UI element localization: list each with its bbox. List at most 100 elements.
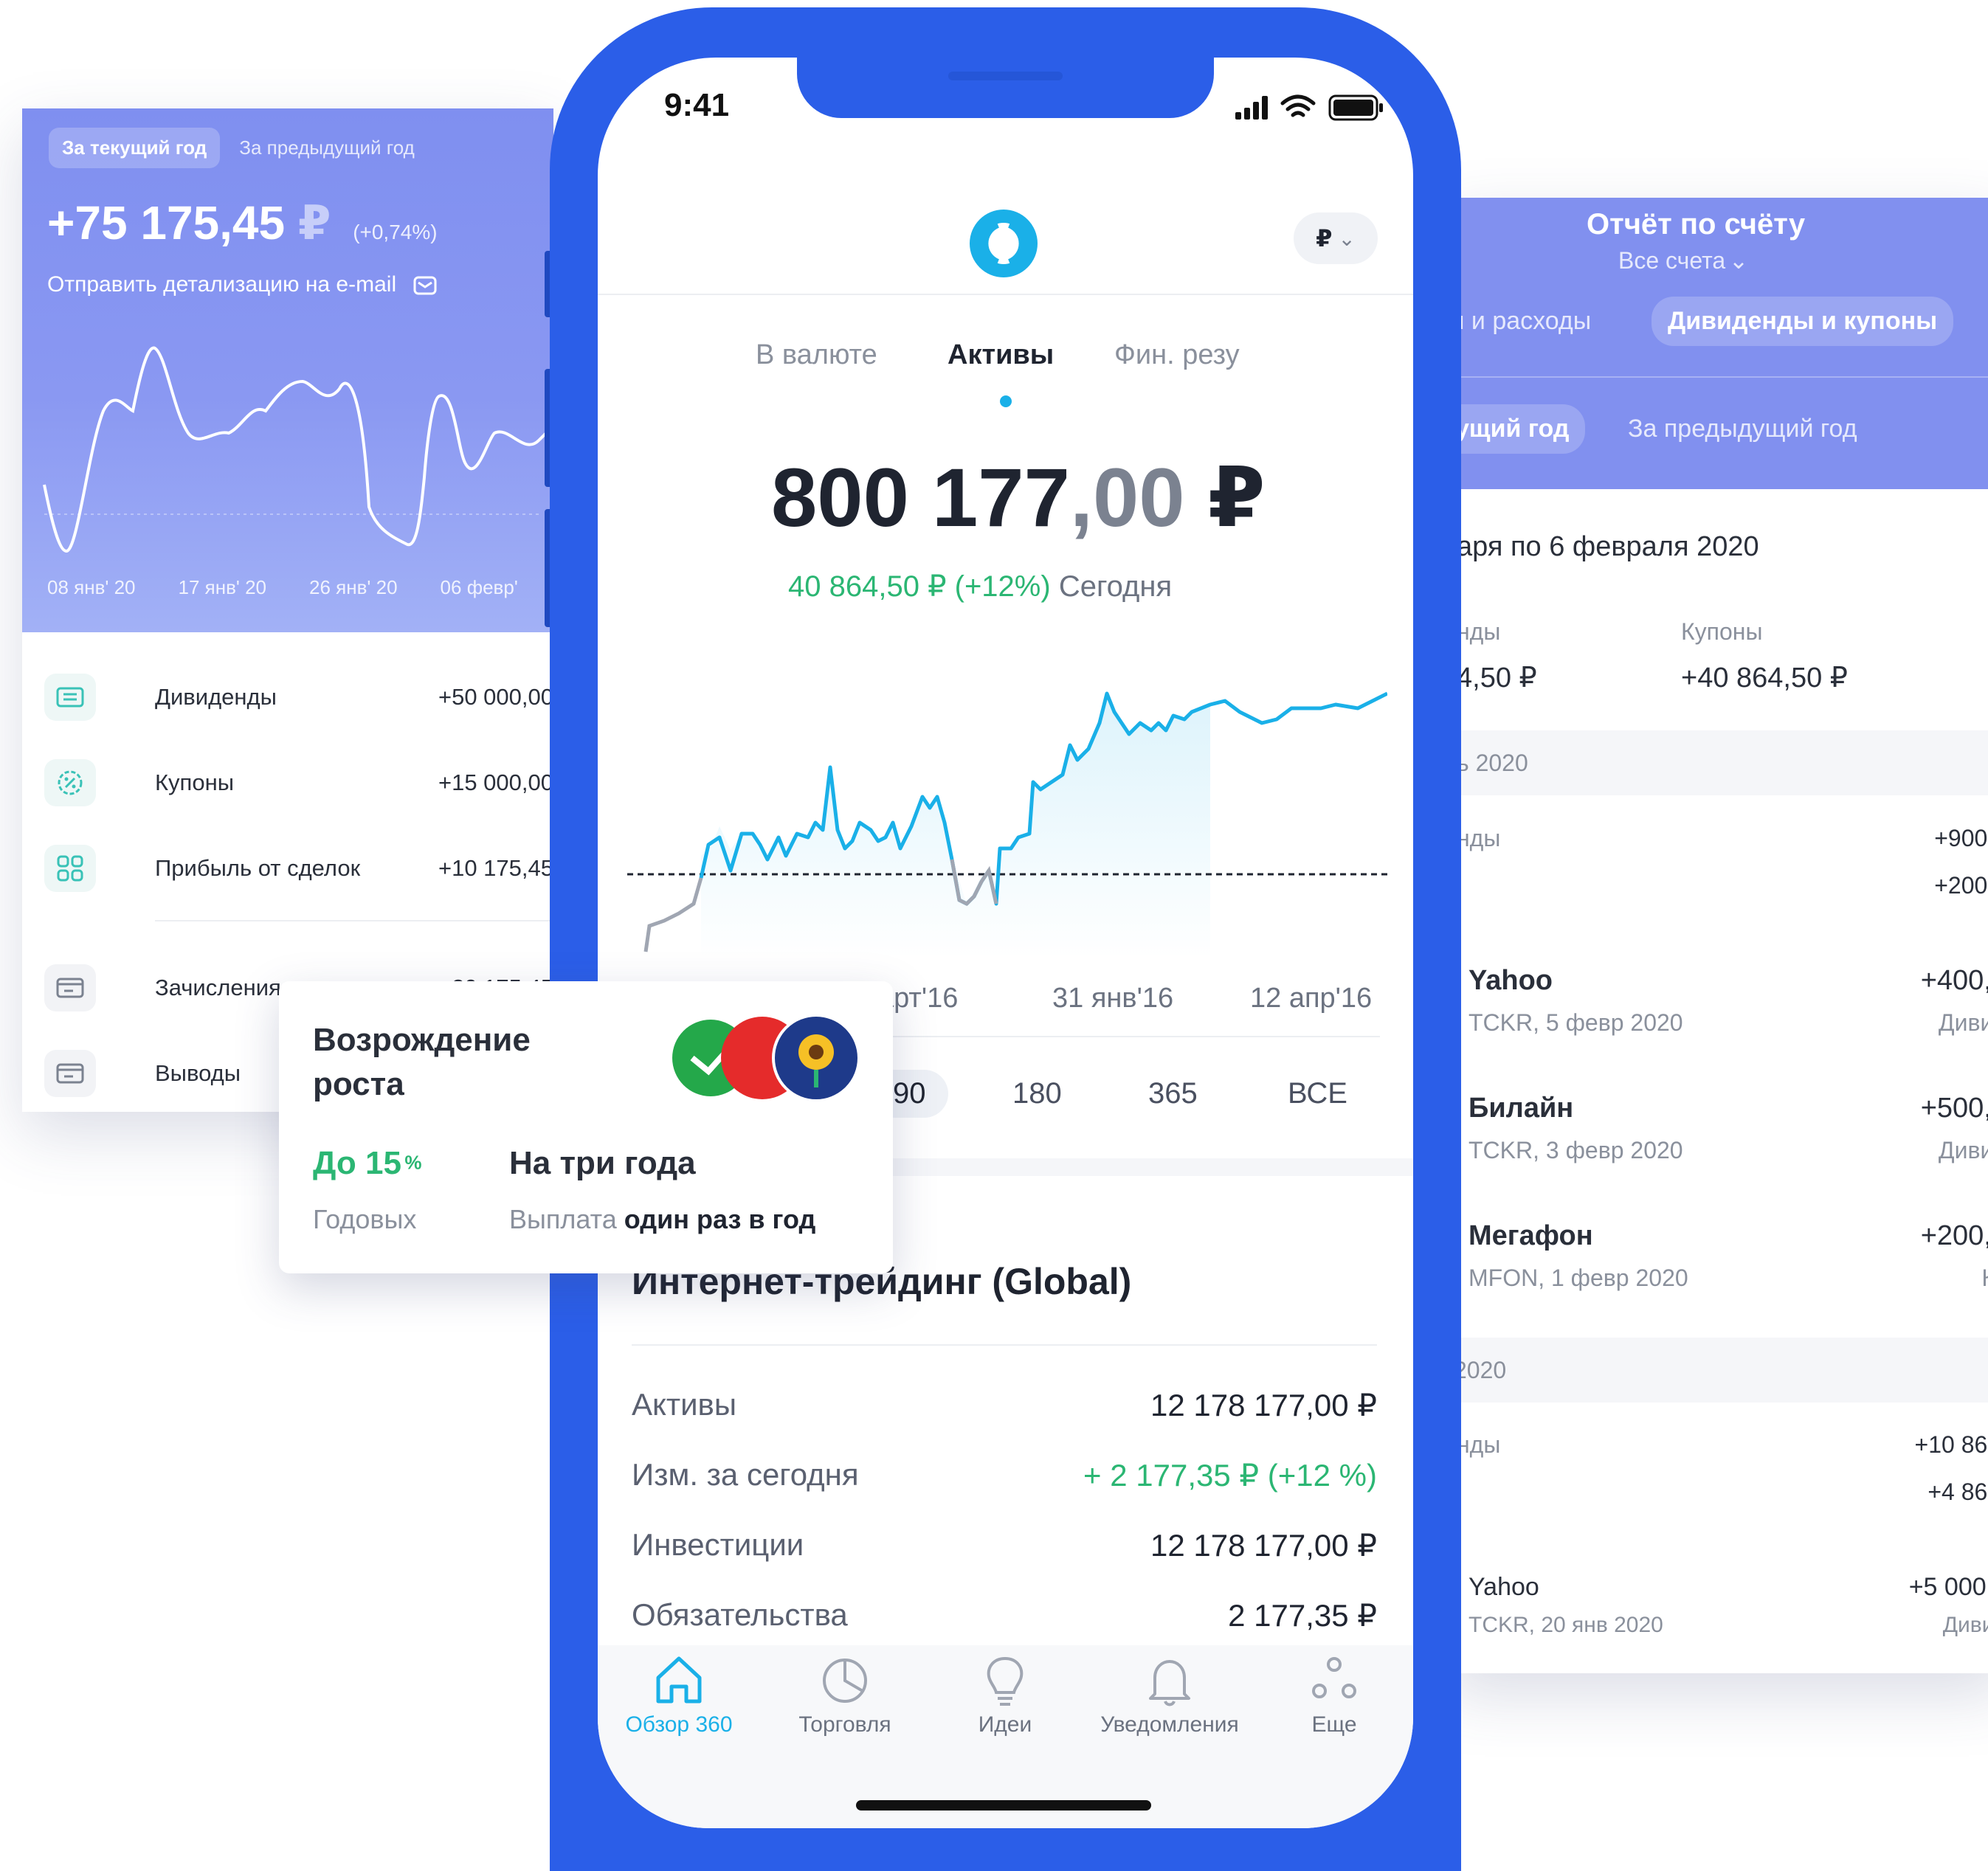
left-amount-currency: ₽ (297, 196, 331, 249)
nav-label: Торговля (798, 1712, 891, 1737)
month-label: ь 2020 (1457, 750, 1528, 776)
portfolio-total-currency: ₽ (1207, 452, 1266, 544)
tab-in-currency[interactable]: В валюте (756, 339, 877, 371)
left-amount-value: +75 175,45 (47, 196, 286, 249)
period-all-button[interactable]: ВСЕ (1288, 1077, 1347, 1110)
list-item[interactable]: Билайн TCKR, 3 февр 2020 +500,0 Дивид (1468, 1093, 1988, 1196)
account-row-label: Активы (632, 1387, 737, 1422)
battery-icon (1328, 94, 1383, 121)
promo-payout-bold: один раз в год (624, 1204, 816, 1234)
currency-selector[interactable]: ₽ ⌄ (1294, 212, 1378, 264)
today-change-value: 40 864,50 ₽ (+12%) (788, 570, 1051, 603)
row-dividends[interactable]: Дивиденды +50 000,00 (44, 666, 553, 725)
nav-label: Идеи (978, 1712, 1032, 1737)
nav-notifications[interactable]: Уведомления (1096, 1653, 1243, 1756)
tab-current-year-right[interactable]: ущий год (1446, 404, 1586, 454)
row-label: Дивиденды (155, 684, 277, 710)
item-sub: TCKR, 20 янв 2020 (1468, 1613, 1663, 1637)
tab-previous-year[interactable]: За предыдущий год (232, 128, 421, 168)
nav-more[interactable]: Еще (1268, 1653, 1401, 1756)
account-row-label: Изм. за сегодня (632, 1457, 859, 1492)
phone-notch (797, 58, 1214, 118)
nav-trading[interactable]: Торговля (779, 1653, 911, 1756)
send-email-link[interactable]: Отправить детализацию на e-mail (47, 272, 438, 297)
nav-label: Еще (1311, 1712, 1357, 1737)
lightbulb-icon (987, 1656, 1024, 1706)
signal-icon (1235, 96, 1268, 120)
divider (598, 294, 1413, 295)
period-180-button[interactable]: 180 (1012, 1077, 1062, 1110)
right-report-card: Отчёт по счёту Все счета ⌄ ы и расходы Д… (1446, 198, 1988, 1673)
left-x-tick: 26 янв' 20 (309, 576, 398, 598)
portfolio-total-dec: ,00 (1069, 452, 1185, 544)
row-value: +15 000,00 (438, 770, 553, 795)
period-365-button[interactable]: 365 (1148, 1077, 1198, 1110)
portfolio-total-int: 800 177 (771, 452, 1070, 544)
pie-chart-icon (823, 1659, 867, 1703)
account-row-value: 12 178 177,00 ₽ (1150, 1388, 1377, 1422)
tab-current-year[interactable]: За текущий год (49, 128, 221, 168)
summary-dividends-value: 4,50 ₽ (1457, 663, 1537, 694)
accounts-dropdown[interactable]: Все счета ⌄ (1618, 246, 1748, 274)
phone-speaker (948, 72, 1063, 80)
account-row-value: 2 177,35 ₽ (1228, 1598, 1377, 1633)
month-dividends-label: нды (1457, 825, 1501, 851)
tab-previous-year-right[interactable]: За предыдущий год (1628, 415, 1857, 443)
nav-overview[interactable]: Обзор 360 (612, 1653, 745, 1756)
left-card-header: За текущий год За предыдущий год +75 175… (22, 108, 553, 632)
divider (632, 1344, 1377, 1346)
item-type: Дивид (1938, 1009, 1988, 1036)
account-row-value: 12 178 177,00 ₽ (1150, 1528, 1377, 1563)
mail-icon (413, 276, 437, 295)
list-item[interactable]: Yahoo TCKR, 5 февр 2020 +400,0 Дивид (1468, 965, 1988, 1068)
row-coupons[interactable]: Купоны +15 000,00 (44, 752, 553, 811)
promo-rate-value: До 15 (313, 1145, 401, 1181)
row-label: Прибыль от сделок (155, 855, 361, 881)
promo-rate-unit: % (404, 1151, 422, 1174)
row-trade-profit[interactable]: Прибыль от сделок +10 175,45 (44, 837, 553, 896)
chevron-down-icon: ⌄ (1338, 226, 1356, 250)
promo-payout: Выплата один раз в год (509, 1204, 815, 1235)
account-row-change: Изм. за сегодня + 2 177,35 ₽ (+12 %) (632, 1457, 1377, 1501)
list-item[interactable]: Yahoo TCKR, 20 янв 2020 +5 000,0 Дивид (1468, 1573, 1988, 1661)
item-value: +5 000,0 (1908, 1573, 1988, 1601)
promo-card[interactable]: Возрождение роста До 15 % Годовых На три… (279, 981, 893, 1273)
row-value: +10 175,45 (438, 855, 553, 881)
account-row-investments: Инвестиции 12 178 177,00 ₽ (632, 1527, 1377, 1571)
list-item[interactable]: Мегафон MFON, 1 февр 2020 +200,0 Ку (1468, 1220, 1988, 1324)
left-report-card: За текущий год За предыдущий год +75 175… (22, 108, 553, 1112)
left-x-tick: 06 февр' (440, 576, 518, 598)
home-indicator[interactable] (856, 1800, 1151, 1811)
wifi-icon (1280, 94, 1316, 117)
tab-fin-result[interactable]: Фин. резу (1114, 339, 1254, 371)
send-email-label: Отправить детализацию на e-mail (47, 272, 397, 297)
account-row-value: + 2 177,35 ₽ (+12 %) (1083, 1458, 1377, 1493)
ticket-icon (44, 674, 96, 721)
item-type: Ку (1981, 1265, 1988, 1292)
divider (1446, 376, 1988, 378)
tab-income-expenses[interactable]: ы и расходы (1446, 307, 1591, 336)
bell-icon (1149, 1660, 1190, 1706)
home-icon (656, 1656, 702, 1704)
item-sub: MFON, 1 февр 2020 (1468, 1265, 1688, 1291)
portfolio-line-chart (627, 691, 1387, 959)
row-label: Купоны (155, 770, 234, 795)
row-value: +50 000,00 (438, 684, 553, 710)
more-dots-icon (1312, 1657, 1356, 1698)
nav-ideas[interactable]: Идеи (939, 1653, 1071, 1756)
item-name: Билайн (1468, 1093, 1574, 1124)
percent-badge-icon (44, 759, 96, 806)
chart-area-fill (701, 694, 1210, 959)
chart-series-gray (643, 877, 703, 952)
account-row-label: Инвестиции (632, 1527, 804, 1562)
item-sub: TCKR, 3 февр 2020 (1468, 1137, 1683, 1163)
month-coupons-value: +4 864, (1927, 1479, 1988, 1505)
tab-assets[interactable]: Активы (948, 339, 1054, 371)
month-dividends-label: нды (1457, 1431, 1501, 1458)
divider (155, 920, 553, 921)
promo-rate-label: Годовых (313, 1204, 417, 1234)
tab-dividends-coupons[interactable]: Дивиденды и купоны (1652, 297, 1954, 346)
item-type: Дивид (1938, 1137, 1988, 1163)
nav-label: Обзор 360 (625, 1712, 733, 1737)
currency-selector-label: ₽ (1316, 225, 1333, 252)
